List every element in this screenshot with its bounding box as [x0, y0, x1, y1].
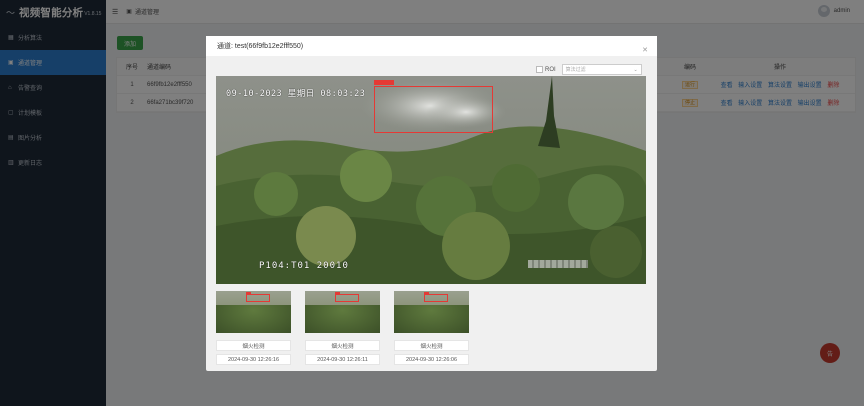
alarm-type: 烟火检测	[394, 340, 469, 351]
alarm-thumb[interactable]: 烟火检测 2024-09-30 12:26:11	[305, 291, 380, 365]
algorithm-filter-select[interactable]: 算法过滤 ⌄	[561, 64, 642, 75]
alarm-type: 烟火检测	[305, 340, 380, 351]
modal-header: 通道: test(66f9fb12e2fff550) ✕	[206, 36, 657, 56]
alarm-time: 2024-09-30 12:26:06	[394, 354, 469, 365]
alarm-snapshot	[216, 291, 291, 333]
alarm-type: 烟火检测	[216, 340, 291, 351]
alarm-thumb[interactable]: 烟火检测 2024-09-30 12:26:16	[216, 291, 291, 365]
alarm-thumbnails: 烟火检测 2024-09-30 12:26:16 烟火检测 2024-09-30…	[216, 291, 483, 365]
close-icon[interactable]: ✕	[642, 46, 648, 54]
modal-controls: ROI 算法过滤 ⌄	[536, 64, 642, 75]
alarm-thumb[interactable]: 烟火检测 2024-09-30 12:26:06	[394, 291, 469, 365]
channel-preview-modal: 通道: test(66f9fb12e2fff550) ✕ ROI 算法过滤 ⌄	[206, 36, 657, 371]
video-stream[interactable]: 09-10-2023 星期日 08:03:23 P104:T01 20010	[216, 76, 646, 284]
alarm-snapshot	[394, 291, 469, 333]
alarm-time: 2024-09-30 12:26:16	[216, 354, 291, 365]
detection-marker	[374, 80, 394, 85]
roi-checkbox[interactable]	[536, 66, 543, 73]
alarm-snapshot	[305, 291, 380, 333]
detection-box	[374, 86, 493, 133]
roi-label: ROI	[545, 66, 556, 73]
chevron-down-icon: ⌄	[633, 66, 638, 73]
modal-title: 通道: test(66f9fb12e2fff550)	[217, 43, 304, 50]
watermark-blur	[528, 260, 588, 268]
camera-label: P104:T01 20010	[259, 261, 349, 271]
video-timestamp: 09-10-2023 星期日 08:03:23	[226, 89, 366, 99]
select-placeholder: 算法过滤	[565, 67, 586, 73]
alarm-time: 2024-09-30 12:26:11	[305, 354, 380, 365]
